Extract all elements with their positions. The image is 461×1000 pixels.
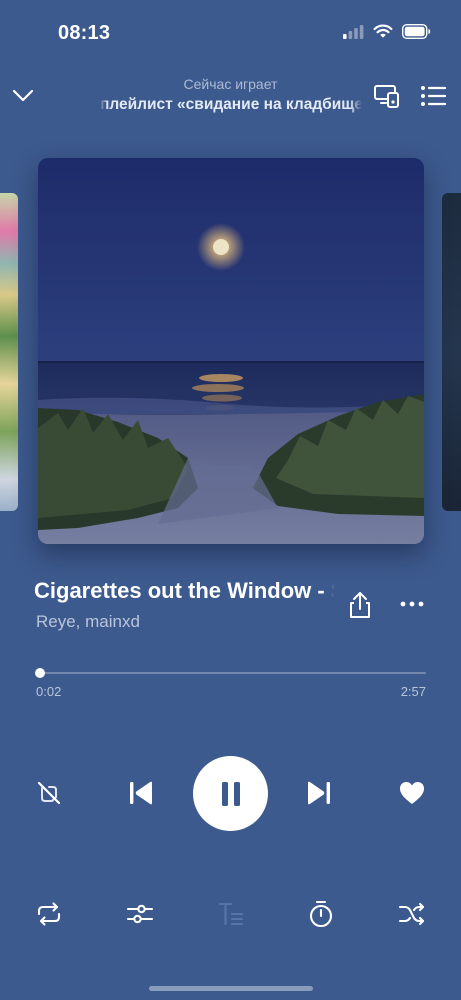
device-output-button[interactable]	[373, 82, 401, 110]
status-icons	[343, 23, 431, 44]
dislike-button[interactable]	[34, 778, 64, 808]
track-title: Cigarettes out the Window - Sped Up	[34, 578, 334, 603]
lyrics-button[interactable]	[216, 899, 246, 929]
timer-icon	[309, 900, 333, 928]
playback-settings-button[interactable]	[125, 899, 155, 929]
next-track-button[interactable]	[304, 778, 334, 808]
sliders-icon	[126, 904, 154, 924]
next-track-cover[interactable]	[442, 193, 461, 511]
lyrics-icon	[218, 902, 244, 926]
previous-track-button[interactable]	[126, 778, 156, 808]
pause-icon	[221, 781, 240, 806]
share-button[interactable]	[346, 590, 374, 620]
next-track-icon	[308, 781, 330, 805]
queue-list-icon	[421, 86, 447, 106]
previous-track-cover[interactable]	[0, 193, 18, 511]
home-indicator[interactable]	[149, 986, 313, 991]
repeat-button[interactable]	[34, 899, 64, 929]
status-time: 08:13	[58, 22, 111, 44]
cellular-signal-icon	[343, 24, 364, 44]
previous-track-icon	[130, 781, 152, 805]
elapsed-time: 0:02	[36, 684, 62, 699]
battery-icon	[401, 23, 431, 44]
playlist-title[interactable]: плейлист «свидание на кладбище»	[100, 96, 362, 114]
queue-button[interactable]	[419, 82, 447, 110]
sleep-timer-button[interactable]	[306, 899, 336, 929]
like-button[interactable]	[397, 779, 427, 807]
pause-button[interactable]	[193, 756, 268, 831]
shuffle-button[interactable]	[397, 899, 427, 929]
shuffle-icon	[398, 902, 425, 926]
repeat-icon	[37, 902, 61, 926]
dislike-icon	[37, 781, 61, 805]
more-button[interactable]	[396, 594, 428, 614]
track-artist[interactable]: Reye, mainxd	[36, 612, 140, 632]
share-icon	[350, 592, 370, 618]
heart-icon	[400, 782, 424, 804]
progress-bar[interactable]	[36, 672, 426, 674]
progress-thumb[interactable]	[35, 668, 45, 678]
total-time: 2:57	[400, 684, 426, 699]
more-dots-icon	[400, 601, 424, 607]
device-output-icon	[374, 85, 399, 108]
wifi-icon	[373, 24, 393, 44]
album-cover	[38, 158, 424, 544]
